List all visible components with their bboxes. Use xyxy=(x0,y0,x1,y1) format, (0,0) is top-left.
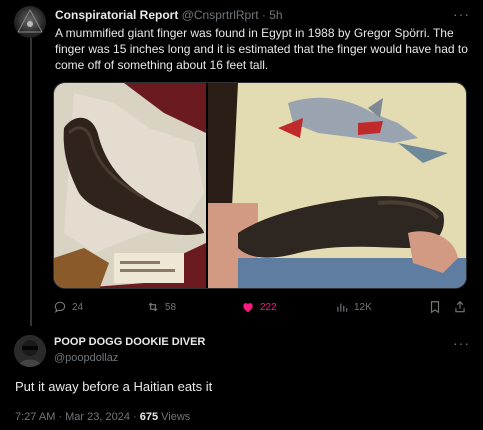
main-tweet[interactable]: Conspiratorial Report @CnsprtrlRprt · 5h… xyxy=(0,0,483,325)
reply-icon xyxy=(54,301,66,313)
reply-timestamp[interactable]: 7:27 AM · Mar 23, 2024 · xyxy=(15,411,140,423)
reply-tweet[interactable]: POOP DOGG DOOKIE DIVER @poopdollaz ··· P… xyxy=(0,325,483,430)
like-count: 222 xyxy=(260,301,277,313)
reply-author-name[interactable]: POOP DOGG DOOKIE DIVER xyxy=(54,336,205,348)
reply-author-avatar[interactable] xyxy=(14,335,46,367)
views-button[interactable]: 12K xyxy=(335,300,372,314)
author-avatar[interactable] xyxy=(14,6,46,38)
tweet-media[interactable] xyxy=(53,82,467,289)
reply-views-count: 675 xyxy=(139,411,159,423)
repost-count: 58 xyxy=(165,301,177,313)
reply-more-options-icon[interactable]: ··· xyxy=(453,335,470,351)
media-image-man-holding-finger[interactable] xyxy=(208,83,466,288)
bookmark-button[interactable] xyxy=(428,300,442,314)
media-image-finger-on-cloth[interactable] xyxy=(54,83,206,288)
share-icon xyxy=(455,300,465,313)
post-time[interactable]: 5h xyxy=(269,8,282,22)
reply-button[interactable]: 24 xyxy=(53,300,83,314)
tweet-text: A mummified giant finger was found in Eg… xyxy=(55,26,468,72)
reply-views-label: Views xyxy=(158,411,191,423)
author-name[interactable]: Conspiratorial Report xyxy=(55,8,178,22)
like-button[interactable]: 222 xyxy=(241,300,277,314)
tweet-actions: 24 58 222 12K xyxy=(53,300,467,316)
repost-button[interactable]: 58 xyxy=(146,300,176,314)
share-button[interactable] xyxy=(453,300,467,314)
views-chart-icon xyxy=(337,303,348,312)
bookmark-icon xyxy=(430,301,440,314)
tweet-header: Conspiratorial Report @CnsprtrlRprt · 5h xyxy=(55,8,283,22)
more-options-icon[interactable]: ··· xyxy=(453,6,470,22)
author-handle[interactable]: @CnsprtrlRprt xyxy=(182,8,259,22)
repost-icon xyxy=(148,302,158,312)
reply-text: Put it away before a Haitian eats it xyxy=(15,379,213,394)
reply-meta: 7:27 AM · Mar 23, 2024 · 675 Views xyxy=(15,411,190,423)
heart-icon xyxy=(243,303,253,313)
reply-author-handle[interactable]: @poopdollaz xyxy=(54,352,118,364)
views-count: 12K xyxy=(354,301,372,313)
reply-count: 24 xyxy=(72,301,84,313)
separator-dot: · xyxy=(261,8,266,22)
